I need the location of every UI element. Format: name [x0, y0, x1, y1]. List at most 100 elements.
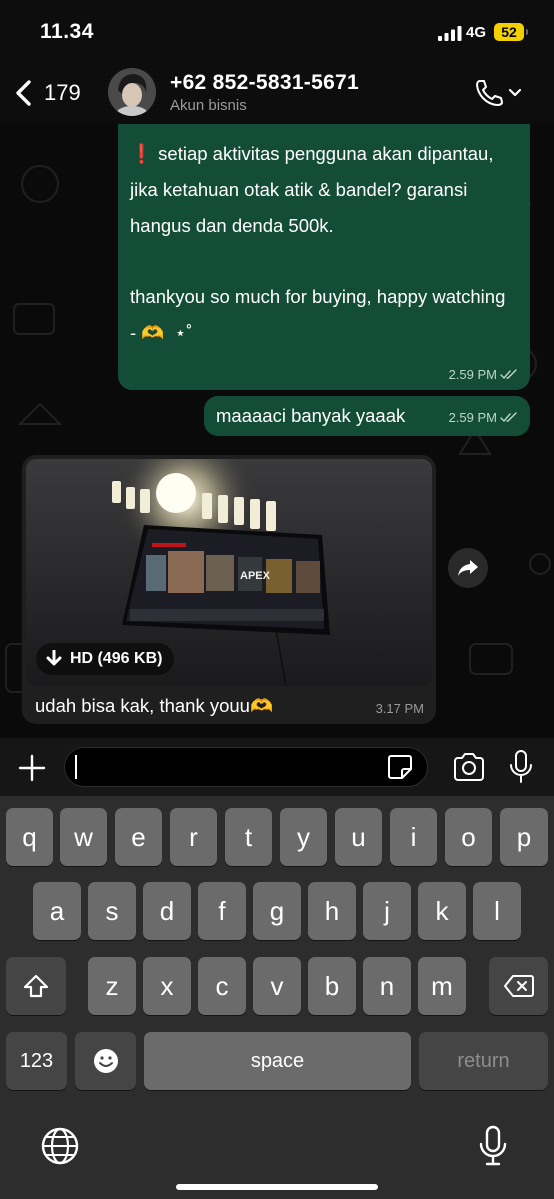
camera-icon[interactable] [452, 752, 486, 782]
key-label: i [410, 821, 417, 852]
contact-name[interactable]: +62 852-5831-5671 [170, 71, 359, 95]
microphone-icon[interactable] [508, 749, 534, 785]
svg-text:APEX: APEX [240, 570, 271, 582]
key-h[interactable]: h [308, 882, 356, 940]
key-label: space [250, 1049, 305, 1072]
key-label: a [49, 895, 65, 926]
space-key[interactable]: space [144, 1032, 411, 1090]
key-y[interactable]: y [280, 808, 327, 866]
key-e[interactable]: e [115, 808, 162, 866]
globe-icon[interactable] [40, 1126, 80, 1166]
message-bubble-incoming[interactable]: APEX udah bisa kak, thank youu🫶 3.17 PM [22, 455, 436, 724]
unread-count: 179 [44, 80, 81, 105]
back-button[interactable]: 179 [14, 76, 81, 110]
key-v[interactable]: v [253, 957, 301, 1015]
key-label: s [105, 895, 119, 926]
key-label: d [159, 895, 175, 926]
key-label: 123 [19, 1049, 54, 1072]
arrow-down-icon [46, 650, 62, 666]
message-text: maaaaci banyak yaaak [216, 405, 406, 426]
dictation-microphone-icon[interactable] [478, 1124, 508, 1168]
shift-key[interactable] [6, 957, 66, 1015]
sticker-icon[interactable] [386, 753, 414, 781]
key-label: m [431, 970, 453, 1001]
message-time: 2.59 PM [448, 410, 497, 425]
key-s[interactable]: s [88, 882, 136, 940]
network-type-label: 4G [466, 24, 487, 41]
key-label: h [324, 895, 340, 926]
read-ticks-icon [500, 369, 517, 380]
message-meta: 3.17 PM [376, 701, 424, 716]
key-c[interactable]: c [198, 957, 246, 1015]
key-w[interactable]: w [60, 808, 107, 866]
numbers-key[interactable]: 123 [6, 1032, 67, 1090]
share-icon [458, 560, 478, 576]
status-bar: 11.34 4G 52 [0, 0, 554, 62]
key-label: t [244, 821, 253, 852]
key-o[interactable]: o [445, 808, 492, 866]
key-p[interactable]: p [500, 808, 548, 866]
message-bubble-outgoing[interactable]: ❗ setiap aktivitas pengguna akan dipanta… [118, 124, 530, 390]
message-meta: 2.59 PM [449, 367, 518, 382]
key-r[interactable]: r [170, 808, 217, 866]
key-m[interactable]: m [418, 957, 466, 1015]
key-a[interactable]: a [33, 882, 81, 940]
key-label: c [215, 970, 229, 1001]
key-label: n [379, 970, 395, 1001]
key-label: y [297, 821, 310, 852]
key-label: f [218, 895, 226, 926]
key-label: p [516, 821, 532, 852]
key-k[interactable]: k [418, 882, 466, 940]
plus-icon[interactable] [16, 752, 48, 784]
backspace-icon [503, 975, 534, 997]
message-time: 3.17 PM [375, 701, 424, 716]
cellular-signal-icon [438, 26, 462, 41]
key-t[interactable]: t [225, 808, 272, 866]
key-label: x [160, 970, 174, 1001]
forward-button[interactable] [448, 548, 488, 588]
message-bubble-outgoing[interactable]: maaaaci banyak yaaak 2.59 PM [204, 396, 530, 436]
key-b[interactable]: b [308, 957, 356, 1015]
contact-subtitle: Akun bisnis [170, 97, 247, 114]
read-ticks-icon [500, 412, 517, 423]
phone-icon[interactable] [474, 78, 526, 108]
key-d[interactable]: d [143, 882, 191, 940]
key-label: k [435, 895, 449, 926]
key-u[interactable]: u [335, 808, 382, 866]
contact-avatar[interactable] [108, 68, 156, 116]
key-label: z [105, 970, 119, 1001]
home-indicator [176, 1184, 378, 1190]
key-f[interactable]: f [198, 882, 246, 940]
key-q[interactable]: q [6, 808, 53, 866]
hd-download-button[interactable]: HD (496 KB) [36, 643, 175, 675]
delete-key[interactable] [489, 957, 548, 1015]
avatar-photo [108, 68, 156, 116]
emoji-key[interactable] [75, 1032, 136, 1090]
key-g[interactable]: g [253, 882, 301, 940]
key-label: u [351, 821, 366, 852]
return-key[interactable]: return [419, 1032, 548, 1090]
key-n[interactable]: n [363, 957, 411, 1015]
key-label: e [131, 821, 146, 852]
key-i[interactable]: i [390, 808, 437, 866]
key-l[interactable]: l [473, 882, 521, 940]
key-x[interactable]: x [143, 957, 191, 1015]
key-label: r [189, 821, 198, 852]
chevron-left-icon [16, 80, 31, 106]
key-j[interactable]: j [363, 882, 411, 940]
message-input[interactable] [64, 747, 428, 787]
message-composer [0, 738, 554, 796]
message-meta: 2.59 PM [449, 410, 518, 425]
key-z[interactable]: z [88, 957, 136, 1015]
status-time: 11.34 [40, 20, 94, 43]
key-label: v [270, 970, 284, 1001]
message-text: ❗ setiap aktivitas pengguna akan dipanta… [130, 143, 506, 343]
key-label: o [461, 821, 476, 852]
message-time: 2.59 PM [448, 367, 497, 382]
shift-icon [23, 974, 49, 998]
key-label: w [74, 821, 93, 852]
photo-caption: udah bisa kak, thank youu🫶 [35, 695, 273, 716]
key-label: b [324, 970, 340, 1001]
hd-size-label: HD (496 KB) [70, 650, 163, 667]
key-label: j [384, 895, 390, 926]
